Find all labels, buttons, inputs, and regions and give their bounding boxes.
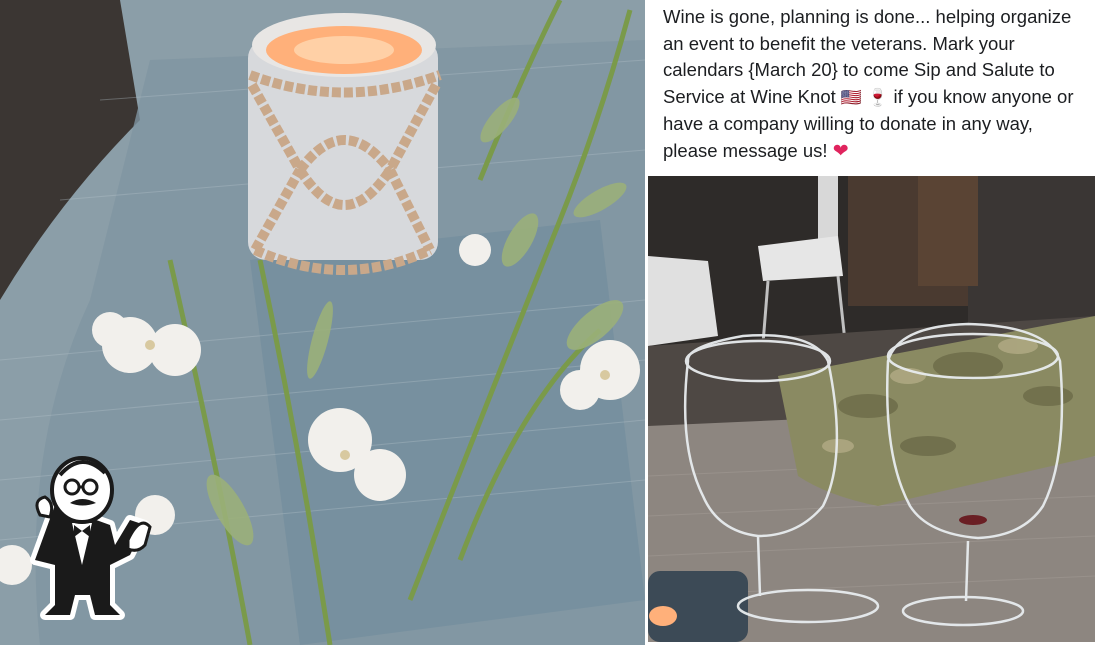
wine-glass-icon: 🍷	[867, 87, 889, 108]
post-line-6-text: please message us!	[663, 139, 828, 161]
post-line-6: please message us! ❤	[663, 138, 1083, 165]
waiter-thumbs-up-icon	[30, 456, 152, 620]
post-line-4a: Service at Wine Knot	[663, 85, 836, 107]
post-line-4b: if you know anyone or	[893, 85, 1074, 107]
post-line-2: an event to benefit the veterans. Mark y…	[663, 32, 1015, 54]
post-line-1: Wine is gone, planning is done... helpin…	[663, 6, 1072, 27]
post-line-3: calendars {March 20} to come Sip and Sal…	[663, 59, 1055, 80]
us-flag-icon: 🇺🇸	[840, 87, 863, 108]
post-line-5: have a company willing to donate in any …	[663, 113, 1033, 134]
red-heart-icon: ❤	[832, 139, 849, 162]
right-photo	[648, 176, 1095, 642]
post-text: Wine is gone, planning is done... helpin…	[663, 4, 1083, 164]
wine-glasses-image	[648, 176, 1095, 642]
post-line-4: Service at Wine Knot 🇺🇸 🍷 if you know an…	[663, 84, 1083, 112]
